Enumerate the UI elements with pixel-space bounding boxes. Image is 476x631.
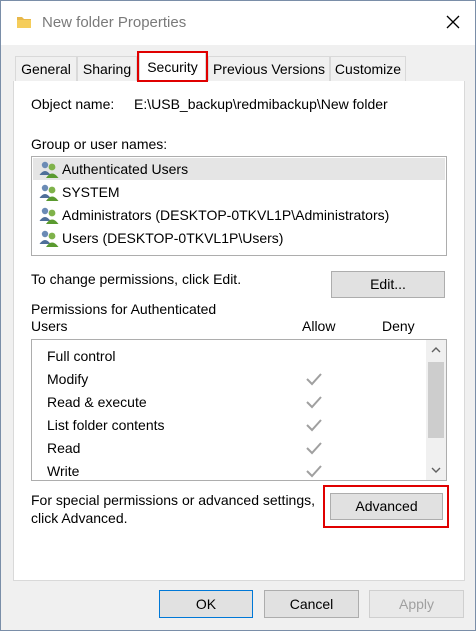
allow-column-header: Allow xyxy=(302,318,336,334)
user-row-administrators[interactable]: Administrators (DESKTOP-0TKVL1P\Administ… xyxy=(33,204,445,226)
permission-row-modify: Modify xyxy=(32,368,427,391)
permissions-for-label-line2: Users xyxy=(31,318,68,334)
advanced-button[interactable]: Advanced xyxy=(330,493,443,520)
tab-sharing[interactable]: Sharing xyxy=(77,56,137,81)
users-listbox[interactable]: Authenticated Users SYSTEM Administrator… xyxy=(31,156,447,256)
permissions-scrollbar[interactable] xyxy=(426,340,446,480)
properties-window: New folder Properties General Sharing Pr… xyxy=(0,0,476,631)
permission-name: Read & execute xyxy=(47,394,147,410)
permissions-for-label-line1: Permissions for Authenticated xyxy=(31,301,217,317)
user-row-authenticated-users[interactable]: Authenticated Users xyxy=(33,158,445,180)
user-group-icon xyxy=(39,184,59,201)
permission-name: Write xyxy=(47,463,80,479)
close-icon xyxy=(446,15,460,29)
check-icon xyxy=(306,442,322,455)
tab-general[interactable]: General xyxy=(15,56,77,81)
special-permissions-text-line2: click Advanced. xyxy=(31,510,128,526)
tab-customize[interactable]: Customize xyxy=(330,56,406,81)
permission-row-write: Write xyxy=(32,460,427,480)
tab-security[interactable]: Security xyxy=(139,52,206,82)
permission-name: Full control xyxy=(47,348,116,364)
scrollbar-thumb[interactable] xyxy=(428,362,444,438)
user-name: Authenticated Users xyxy=(62,161,189,177)
tab-previous-versions[interactable]: Previous Versions xyxy=(208,56,330,81)
object-name-value: E:\USB_backup\redmibackup\New folder xyxy=(134,96,388,112)
permission-row-read-execute: Read & execute xyxy=(32,391,427,414)
user-row-system[interactable]: SYSTEM xyxy=(33,181,445,203)
apply-button[interactable]: Apply xyxy=(369,590,464,618)
permission-row-full-control: Full control xyxy=(32,345,427,368)
cancel-button[interactable]: Cancel xyxy=(264,590,359,618)
user-row-users[interactable]: Users (DESKTOP-0TKVL1P\Users) xyxy=(33,227,445,249)
user-name: Administrators (DESKTOP-0TKVL1P\Administ… xyxy=(62,207,390,223)
chevron-down-icon[interactable] xyxy=(426,460,446,480)
permission-name: Read xyxy=(47,440,81,456)
user-group-icon xyxy=(39,230,59,247)
group-users-label: Group or user names: xyxy=(31,136,168,152)
check-icon xyxy=(306,373,322,386)
special-permissions-text-line1: For special permissions or advanced sett… xyxy=(31,492,316,508)
ok-button[interactable]: OK xyxy=(159,590,253,618)
user-name: Users (DESKTOP-0TKVL1P\Users) xyxy=(62,230,284,246)
change-permissions-text: To change permissions, click Edit. xyxy=(31,271,242,287)
edit-button[interactable]: Edit... xyxy=(331,271,445,298)
check-icon xyxy=(306,419,322,432)
object-name-label: Object name: xyxy=(31,96,115,112)
user-group-icon xyxy=(39,207,59,224)
title-bar[interactable]: New folder Properties xyxy=(1,1,475,45)
deny-column-header: Deny xyxy=(382,318,415,334)
chevron-up-icon[interactable] xyxy=(426,340,446,360)
permission-name: Modify xyxy=(47,371,89,387)
window-title: New folder Properties xyxy=(42,14,187,31)
user-name: SYSTEM xyxy=(62,184,120,200)
close-button[interactable] xyxy=(431,1,475,45)
user-group-icon xyxy=(39,161,59,178)
check-icon xyxy=(306,465,322,478)
permissions-list[interactable]: Full control Modify Read & execute List … xyxy=(31,339,447,481)
permission-row-read: Read xyxy=(32,437,427,460)
folder-icon xyxy=(17,17,31,28)
permission-name: List folder contents xyxy=(47,417,165,433)
permission-row-list-folder-contents: List folder contents xyxy=(32,414,427,437)
check-icon xyxy=(306,396,322,409)
